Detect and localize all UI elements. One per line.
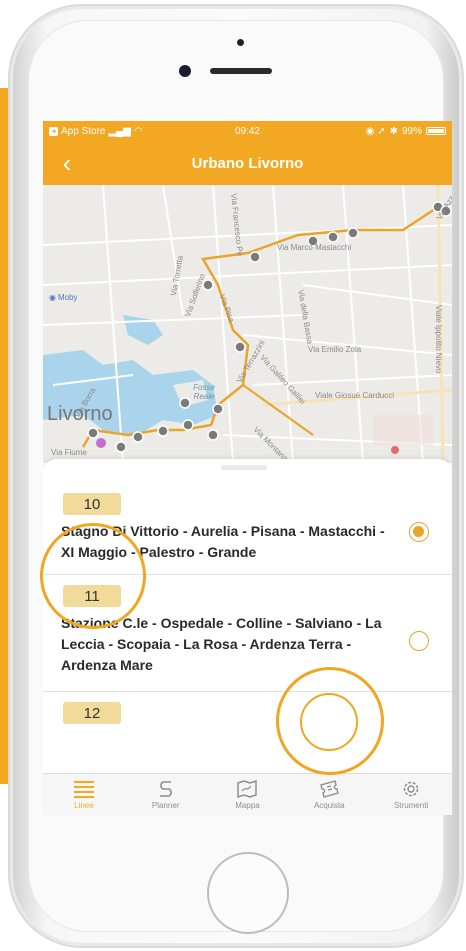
route-number-badge: 10 [63, 493, 121, 515]
proximity-sensor [237, 39, 244, 46]
street-label: Via Fiume [51, 448, 87, 457]
routes-sheet: 10 Stagno Di Vittorio - Aurelia - Pisana… [43, 459, 452, 779]
poi-pin-icon: ◉ [49, 293, 56, 302]
home-button[interactable] [207, 852, 289, 934]
street-label: Via Emilio Zola [308, 345, 362, 354]
status-bar: ◂ App Store ▂▄▆ ◠ 09:42 ◉ ➚ ✱ 99% [43, 121, 452, 141]
route-stops: Stagno Di Vittorio - Aurelia - Pisana - … [61, 523, 385, 560]
earpiece-speaker [210, 68, 272, 74]
poi-label: Moby [57, 293, 78, 302]
tab-mappa[interactable]: Mappa [207, 774, 289, 815]
map-pin-icon [391, 446, 399, 454]
navigation-bar: ‹ Urbano Livorno [43, 141, 452, 185]
page-title: Urbano Livorno [191, 154, 304, 172]
hospital-area [373, 415, 433, 445]
route-s-icon [159, 781, 172, 797]
ticket-icon [320, 780, 340, 798]
tab-label: Planner [151, 801, 180, 810]
route-radio[interactable] [409, 631, 429, 651]
street-label: Via Marco Mastacchi [277, 243, 352, 252]
tab-bar: Linee Planner Mappa Acquista Strumenti [43, 773, 452, 815]
list-icon [73, 781, 94, 798]
tab-linee[interactable]: Linee [43, 774, 125, 815]
tab-label: Acquista [313, 801, 345, 810]
list-item[interactable]: 10 Stagno Di Vittorio - Aurelia - Pisana… [43, 483, 452, 575]
list-item[interactable]: 11 Stazione C.le - Ospedale - Colline - … [43, 575, 452, 692]
route-stops: Stazione C.le - Ospedale - Colline - Sal… [61, 615, 382, 673]
chevron-left-icon[interactable]: ‹ [53, 149, 81, 177]
signal-icon: ▂▄▆ [108, 125, 131, 137]
location-icon: ◉ ➚ [365, 125, 386, 137]
wifi-icon: ◠ [133, 125, 143, 137]
phone-screen: ◂ App Store ▂▄▆ ◠ 09:42 ◉ ➚ ✱ 99% ‹ Urba… [43, 121, 452, 815]
tab-label: Strumenti [393, 801, 429, 810]
battery-percent: 99% [401, 125, 422, 137]
gear-icon [403, 781, 419, 797]
route-branch [242, 384, 314, 436]
street-label: Viale Ippolito Nievo [434, 305, 443, 374]
current-location-icon [96, 438, 106, 448]
tab-strumenti[interactable]: Strumenti [370, 774, 452, 815]
area-label: Fosse Reale [193, 383, 215, 401]
tab-planner[interactable]: Planner [125, 774, 207, 815]
route-number-badge: 11 [63, 585, 121, 607]
list-item[interactable]: 12 [43, 692, 452, 782]
status-right: ◉ ➚ ✱ 99% [366, 126, 446, 137]
city-label: Livorno [47, 403, 113, 425]
tab-label: Linee [74, 801, 94, 810]
route-radio-selected[interactable] [409, 522, 429, 542]
tab-label: Mappa [235, 801, 260, 810]
tab-acquista[interactable]: Acquista [288, 774, 370, 815]
street-label: Viale Giosuè Carducci [315, 391, 395, 400]
status-left: ◂ App Store ▂▄▆ ◠ [49, 126, 143, 137]
bluetooth-icon: ✱ [389, 125, 398, 137]
route-map[interactable]: Via Marco Mastacchi Via Francesco Pe Via… [43, 185, 452, 463]
map-icon [237, 779, 258, 799]
front-camera [179, 65, 191, 77]
canal-water-north [123, 315, 163, 345]
route-number-badge: 12 [63, 702, 121, 724]
status-carrier[interactable]: App Store [61, 126, 105, 137]
battery-icon [426, 127, 446, 135]
sheet-grabber[interactable] [221, 465, 267, 470]
app-store-back-icon[interactable]: ◂ [49, 126, 58, 136]
poi-moby[interactable]: ◉ Moby [49, 293, 78, 302]
